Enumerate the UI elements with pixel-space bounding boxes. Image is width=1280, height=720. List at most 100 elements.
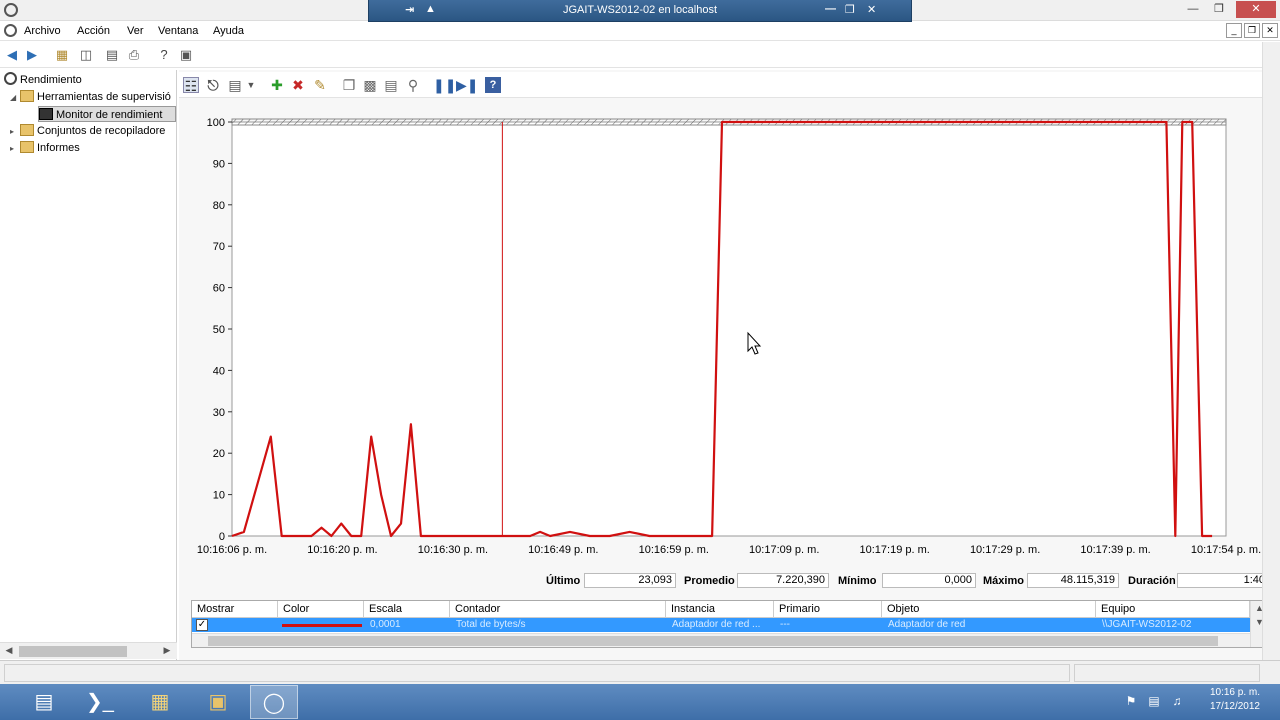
tree-item-monitor-rendimiento[interactable]: Monitor de rendimient — [38, 106, 176, 122]
rdp-restore-icon[interactable]: ❐ — [845, 3, 855, 16]
average-value: 7.220,390 — [737, 573, 829, 588]
show-hide-action-pane-icon[interactable]: ▣ — [178, 47, 194, 63]
flag-icon[interactable]: ⚑ — [1124, 694, 1138, 708]
up-folder-icon[interactable]: ▦ — [54, 47, 70, 63]
maximum-label: Máximo — [983, 575, 1024, 587]
status-segment — [1074, 664, 1260, 682]
cell-instancia: Adaptador de red ... — [672, 619, 761, 630]
counter-list-horizontal-scrollbar[interactable] — [192, 633, 1250, 647]
menu-ventana[interactable]: Ventana — [158, 25, 198, 37]
file-explorer-icon[interactable]: ▦ — [136, 685, 184, 719]
column-header-primario[interactable]: Primario — [774, 601, 882, 618]
y-tick-label: 0 — [219, 531, 225, 543]
rdp-minimize-icon[interactable]: — — [825, 3, 836, 15]
rdp-close-icon[interactable]: ✕ — [867, 3, 876, 16]
x-tick-label: 10:16:49 p. m. — [528, 544, 598, 556]
status-segment — [4, 664, 1070, 682]
scroll-right-icon[interactable]: ▶ — [160, 645, 174, 656]
properties-icon[interactable]: ▤ — [104, 47, 120, 63]
network-icon[interactable]: ▤ — [1147, 694, 1161, 708]
menu-ver[interactable]: Ver — [127, 25, 144, 37]
print-icon[interactable]: ⎙ — [126, 47, 142, 63]
x-tick-label: 10:16:30 p. m. — [418, 544, 488, 556]
counter-list: Mostrar Color Escala Contador Instancia … — [191, 600, 1269, 648]
child-minimize-button[interactable]: _ — [1226, 23, 1242, 38]
folder-icon — [20, 124, 34, 136]
column-header-color[interactable]: Color — [278, 601, 364, 618]
y-tick-label: 20 — [213, 448, 225, 460]
powershell-icon[interactable]: ❯_ — [76, 685, 124, 719]
y-tick-label: 60 — [213, 283, 225, 295]
child-close-button[interactable]: ✕ — [1262, 23, 1278, 38]
x-tick-label: 10:17:29 p. m. — [970, 544, 1040, 556]
speaker-icon[interactable]: ♫ — [1170, 694, 1184, 708]
performance-monitor-taskbar-icon[interactable]: ◯ — [250, 685, 298, 719]
help-icon[interactable]: ? — [156, 47, 172, 63]
minimum-value: 0,000 — [882, 573, 976, 588]
show-counter-checkbox[interactable]: ✓ — [196, 619, 208, 631]
minimize-button[interactable]: — — [1181, 1, 1205, 18]
y-tick-label: 90 — [213, 158, 225, 170]
tree-item-herramientas[interactable]: ◢ Herramientas de supervisió — [10, 89, 176, 105]
close-button[interactable]: ✕ — [1236, 1, 1276, 18]
performance-monitor-pane: ☷ ⎋ ▤ ▼ ✚ ✖ ✎ ❐ ▩ ▤ ⚲ ❚❚ ▶❚ ? 0 10 20 30 40 5… — [179, 70, 1280, 660]
scroll-left-icon[interactable]: ◀ — [2, 645, 16, 656]
clock-date: 17/12/2012 — [1209, 701, 1260, 712]
x-tick-label: 10:17:39 p. m. — [1080, 544, 1150, 556]
window-vertical-scrollbar[interactable] — [1262, 42, 1280, 682]
minimum-label: Mínimo — [838, 575, 877, 587]
y-tick-label: 80 — [213, 200, 225, 212]
cell-primario: --- — [780, 619, 790, 630]
menu-ayuda[interactable]: Ayuda — [213, 25, 244, 37]
document-icon[interactable] — [4, 24, 17, 37]
status-bar — [0, 660, 1280, 684]
restore-button[interactable]: ❐ — [1207, 1, 1231, 18]
forward-arrow-icon[interactable]: ▶ — [24, 47, 40, 63]
menu-accion[interactable]: Acción — [77, 25, 110, 37]
tree-item-rendimiento[interactable]: Rendimiento — [4, 72, 82, 88]
back-arrow-icon[interactable]: ◀ — [4, 47, 20, 63]
x-tick-label: 10:17:09 p. m. — [749, 544, 819, 556]
menu-archivo[interactable]: Archivo — [24, 25, 61, 37]
y-tick-label: 50 — [213, 324, 225, 336]
tree-horizontal-scrollbar[interactable]: ◀ ▶ — [0, 642, 177, 659]
x-tick-label: 10:17:54 p. m. — [1191, 544, 1261, 556]
navigation-tree: Rendimiento ◢ Herramientas de supervisió … — [0, 70, 177, 660]
column-header-contador[interactable]: Contador — [450, 601, 666, 618]
column-header-instancia[interactable]: Instancia — [666, 601, 774, 618]
server-manager-icon[interactable]: ▤ — [20, 685, 68, 719]
duration-value: 1:40 — [1177, 573, 1269, 588]
child-restore-button[interactable]: ❐ — [1244, 23, 1260, 38]
performance-monitor-app-icon — [4, 3, 18, 17]
main-toolbar: ◀ ▶ ▦ ◫ ▤ ⎙ ? ▣ — [0, 42, 1280, 68]
expand-icon[interactable]: ▸ — [10, 124, 20, 139]
performance-chart[interactable]: 0 10 20 30 40 50 60 70 80 90 100 10:16:06 p. m. 10:1… — [179, 70, 1280, 570]
collapse-icon[interactable]: ◢ — [10, 90, 20, 105]
counter-color-swatch — [282, 624, 362, 627]
average-label: Promedio — [684, 575, 735, 587]
scrollbar-thumb[interactable] — [208, 636, 1218, 646]
cell-escala: 0,0001 — [370, 619, 401, 630]
application-icon[interactable]: ▣ — [194, 685, 242, 719]
remote-connection-bar: ⇥ ▲ JGAIT-WS2012-02 en localhost — ❐ ✕ — [368, 0, 912, 22]
tree-item-conjuntos[interactable]: ▸ Conjuntos de recopiladore — [10, 123, 176, 139]
expand-icon[interactable]: ▸ — [10, 141, 20, 156]
cell-contador: Total de bytes/s — [456, 619, 526, 630]
show-hide-tree-icon[interactable]: ◫ — [78, 47, 94, 63]
y-tick-label: 30 — [213, 407, 225, 419]
system-clock[interactable]: 10:16 p. m. 17/12/2012 — [1210, 686, 1260, 714]
maximum-value: 48.115,319 — [1027, 573, 1119, 588]
x-tick-label: 10:16:06 p. m. — [197, 544, 267, 556]
y-tick-label: 40 — [213, 365, 225, 377]
column-header-objeto[interactable]: Objeto — [882, 601, 1096, 618]
taskbar: ▤ ❯_ ▦ ▣ ◯ ⚑ ▤ ♫ 10:16 p. m. 17/12/2012 — [0, 684, 1280, 720]
x-tick-label: 10:16:20 p. m. — [307, 544, 377, 556]
column-header-mostrar[interactable]: Mostrar — [192, 601, 278, 618]
column-header-escala[interactable]: Escala — [364, 601, 450, 618]
tree-item-informes[interactable]: ▸ Informes — [10, 140, 176, 156]
scrollbar-thumb[interactable] — [19, 646, 127, 657]
column-header-equipo[interactable]: Equipo — [1096, 601, 1250, 618]
folder-icon — [20, 141, 34, 153]
x-tick-label: 10:17:19 p. m. — [860, 544, 930, 556]
plot-area — [231, 121, 1227, 537]
